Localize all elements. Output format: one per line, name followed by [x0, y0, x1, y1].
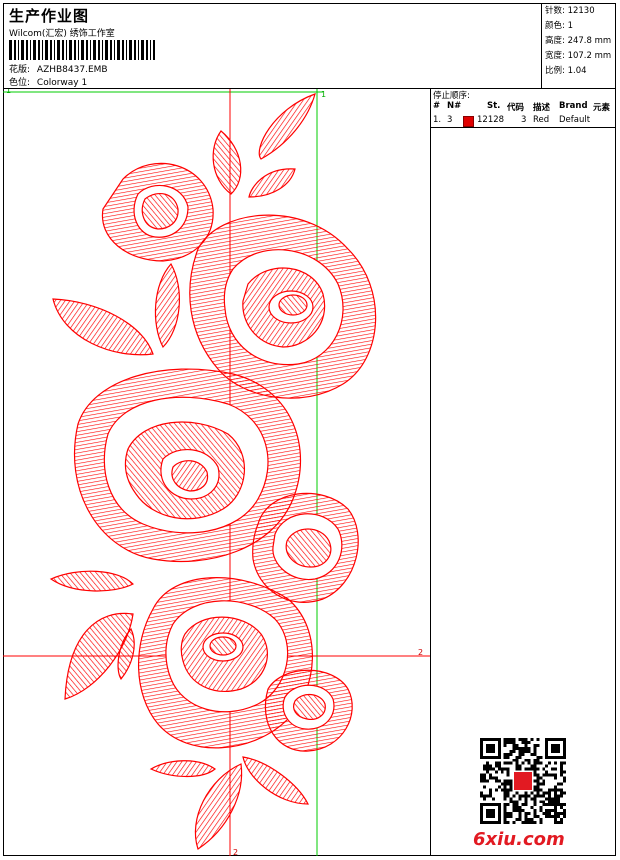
col-stitches: St. [487, 101, 501, 111]
col-needle: N# [447, 101, 462, 111]
spec-scale: 比例: 1.04 [545, 66, 587, 76]
rose-medium-right [252, 492, 359, 603]
rose-small-top [101, 162, 214, 262]
row-index: 1. [433, 115, 442, 125]
page-title: 生产作业图 [9, 7, 90, 25]
row-stitches: 12128 [477, 115, 505, 125]
pattern-label: 花版: [9, 65, 31, 75]
spec-stitches: 针数: 12130 [545, 6, 595, 16]
site-logo: 6xiu.com [473, 829, 565, 850]
header: 生产作业图 Wilcom(汇宏) 绣饰工作室 花版: AZHB8437.EMB … [3, 3, 616, 89]
leaf-left-upper [52, 262, 181, 356]
col-code: 代码 [507, 103, 525, 113]
col-index: # [433, 101, 441, 111]
row-needle: 3 [447, 115, 453, 125]
rose-motifs [49, 93, 377, 850]
embroidery-artwork: 1 1 2 2 [3, 89, 430, 856]
col-desc: 描述 [533, 103, 551, 113]
panel-divider [431, 127, 616, 128]
pattern-line: 花版: AZHB8437.EMB [9, 62, 108, 75]
spec-height: 高度: 247.8 mm [545, 36, 612, 46]
stop-sequence-title: 停止顺序: [433, 91, 470, 101]
company-name: Wilcom(汇宏) 绣饰工作室 [9, 29, 115, 39]
leaf-top-right [248, 93, 316, 198]
specs-box: 针数: 12130 颜色: 1 高度: 247.8 mm 宽度: 107.2 m… [541, 3, 616, 89]
leaf-left-lower [49, 570, 135, 700]
barcode [9, 40, 155, 60]
row-desc: Red [533, 115, 550, 125]
rose-small-bottom [264, 669, 353, 752]
row-brand: Default [559, 115, 591, 125]
spec-width: 宽度: 107.2 mm [545, 51, 612, 61]
marker-1-left: 1 [6, 89, 11, 95]
colorway-line: 色位: Colorway 1 [9, 75, 87, 88]
col-brand: Brand [559, 101, 588, 111]
design-preview: 1 1 2 2 [3, 89, 431, 856]
qr-code [480, 738, 566, 824]
marker-2-bottom: 2 [233, 848, 238, 856]
color-swatch [463, 116, 474, 127]
leaf-top-left [212, 130, 242, 195]
colorway-value: Colorway 1 [36, 78, 88, 88]
qr-center-logo-icon [514, 772, 532, 790]
marker-2-right: 2 [418, 648, 423, 657]
pattern-value: AZHB8437.EMB [36, 65, 108, 75]
spec-colors: 颜色: 1 [545, 21, 573, 31]
marker-1-top: 1 [321, 90, 326, 99]
col-element: 元素 [593, 103, 611, 113]
colorway-label: 色位: [9, 78, 31, 88]
row-code: 3 [521, 115, 527, 125]
